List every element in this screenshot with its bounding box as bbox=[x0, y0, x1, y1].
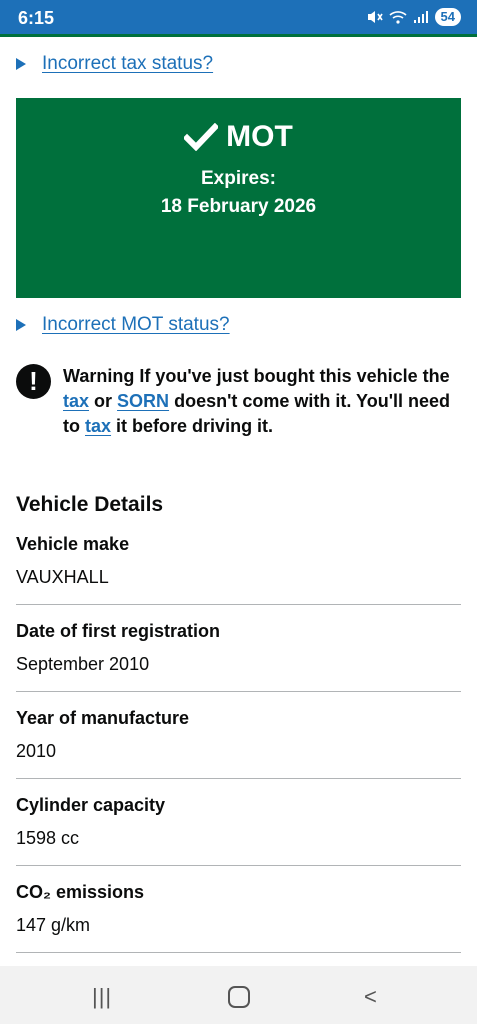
detail-row-co2-emissions: CO₂ emissions 147 g/km bbox=[16, 866, 461, 953]
warning-text: Warning If you've just bought this vehic… bbox=[63, 364, 461, 439]
detail-value: VAUXHALL bbox=[16, 567, 109, 587]
vehicle-details-heading: Vehicle Details bbox=[16, 493, 164, 516]
detail-value: 1598 cc bbox=[16, 828, 80, 848]
checkmark-icon bbox=[184, 123, 219, 151]
detail-label: Date of first registration bbox=[16, 621, 221, 641]
status-icons: 54 bbox=[367, 8, 461, 26]
wifi-icon bbox=[388, 11, 407, 24]
sorn-link[interactable]: SORN bbox=[117, 391, 169, 411]
status-time: 6:15 bbox=[18, 8, 55, 28]
warning-text-part: or bbox=[94, 391, 113, 411]
mot-title: MOT bbox=[226, 120, 293, 153]
detail-value: 2010 bbox=[16, 741, 57, 761]
detail-row-cylinder-capacity: Cylinder capacity 1598 cc bbox=[16, 779, 461, 866]
mot-expires-label: Expires: bbox=[201, 168, 276, 189]
detail-label: CO₂ emissions bbox=[16, 882, 145, 902]
detail-value: September 2010 bbox=[16, 654, 150, 674]
status-bar: 6:15 54 bbox=[0, 0, 477, 34]
header-accent-line bbox=[0, 34, 477, 37]
warning-text-part: it before driving it. bbox=[116, 416, 274, 436]
incorrect-tax-status-link[interactable]: Incorrect tax status? bbox=[42, 53, 213, 75]
detail-value: 147 g/km bbox=[16, 915, 91, 935]
warning-notice: ! Warning If you've just bought this veh… bbox=[16, 364, 461, 439]
mot-expiry-date: 18 February 2026 bbox=[160, 196, 317, 217]
tax-link-2[interactable]: tax bbox=[85, 416, 111, 436]
disclosure-arrow-icon bbox=[16, 319, 26, 331]
warning-text-part: If you've just bought this vehicle the bbox=[139, 366, 450, 386]
android-nav-bar: ||| < bbox=[0, 966, 477, 1024]
detail-label: Vehicle make bbox=[16, 534, 130, 554]
home-button[interactable] bbox=[228, 986, 250, 1008]
mute-icon bbox=[367, 11, 383, 23]
tax-link[interactable]: tax bbox=[63, 391, 89, 411]
mot-status-panel: MOT Expires: 18 February 2026 bbox=[16, 98, 461, 298]
mot-title-row: MOT bbox=[16, 120, 461, 154]
incorrect-mot-status-toggle[interactable]: Incorrect MOT status? bbox=[16, 314, 230, 336]
signal-icon bbox=[413, 11, 428, 23]
detail-row-first-registration: Date of first registration September 201… bbox=[16, 605, 461, 692]
detail-label: Cylinder capacity bbox=[16, 795, 166, 815]
battery-badge: 54 bbox=[434, 8, 461, 26]
incorrect-tax-status-toggle[interactable]: Incorrect tax status? bbox=[16, 53, 213, 75]
back-button[interactable]: < bbox=[364, 984, 377, 1010]
detail-row-year-of-manufacture: Year of manufacture 2010 bbox=[16, 692, 461, 779]
warning-label: Warning bbox=[63, 366, 135, 386]
vehicle-details-list: Vehicle make VAUXHALL Date of first regi… bbox=[16, 534, 461, 953]
warning-icon: ! bbox=[16, 364, 51, 399]
detail-label: Year of manufacture bbox=[16, 708, 190, 728]
recents-button[interactable]: ||| bbox=[92, 984, 112, 1010]
detail-row-make: Vehicle make VAUXHALL bbox=[16, 534, 461, 605]
incorrect-mot-status-link[interactable]: Incorrect MOT status? bbox=[42, 314, 230, 336]
disclosure-arrow-icon bbox=[16, 58, 26, 70]
